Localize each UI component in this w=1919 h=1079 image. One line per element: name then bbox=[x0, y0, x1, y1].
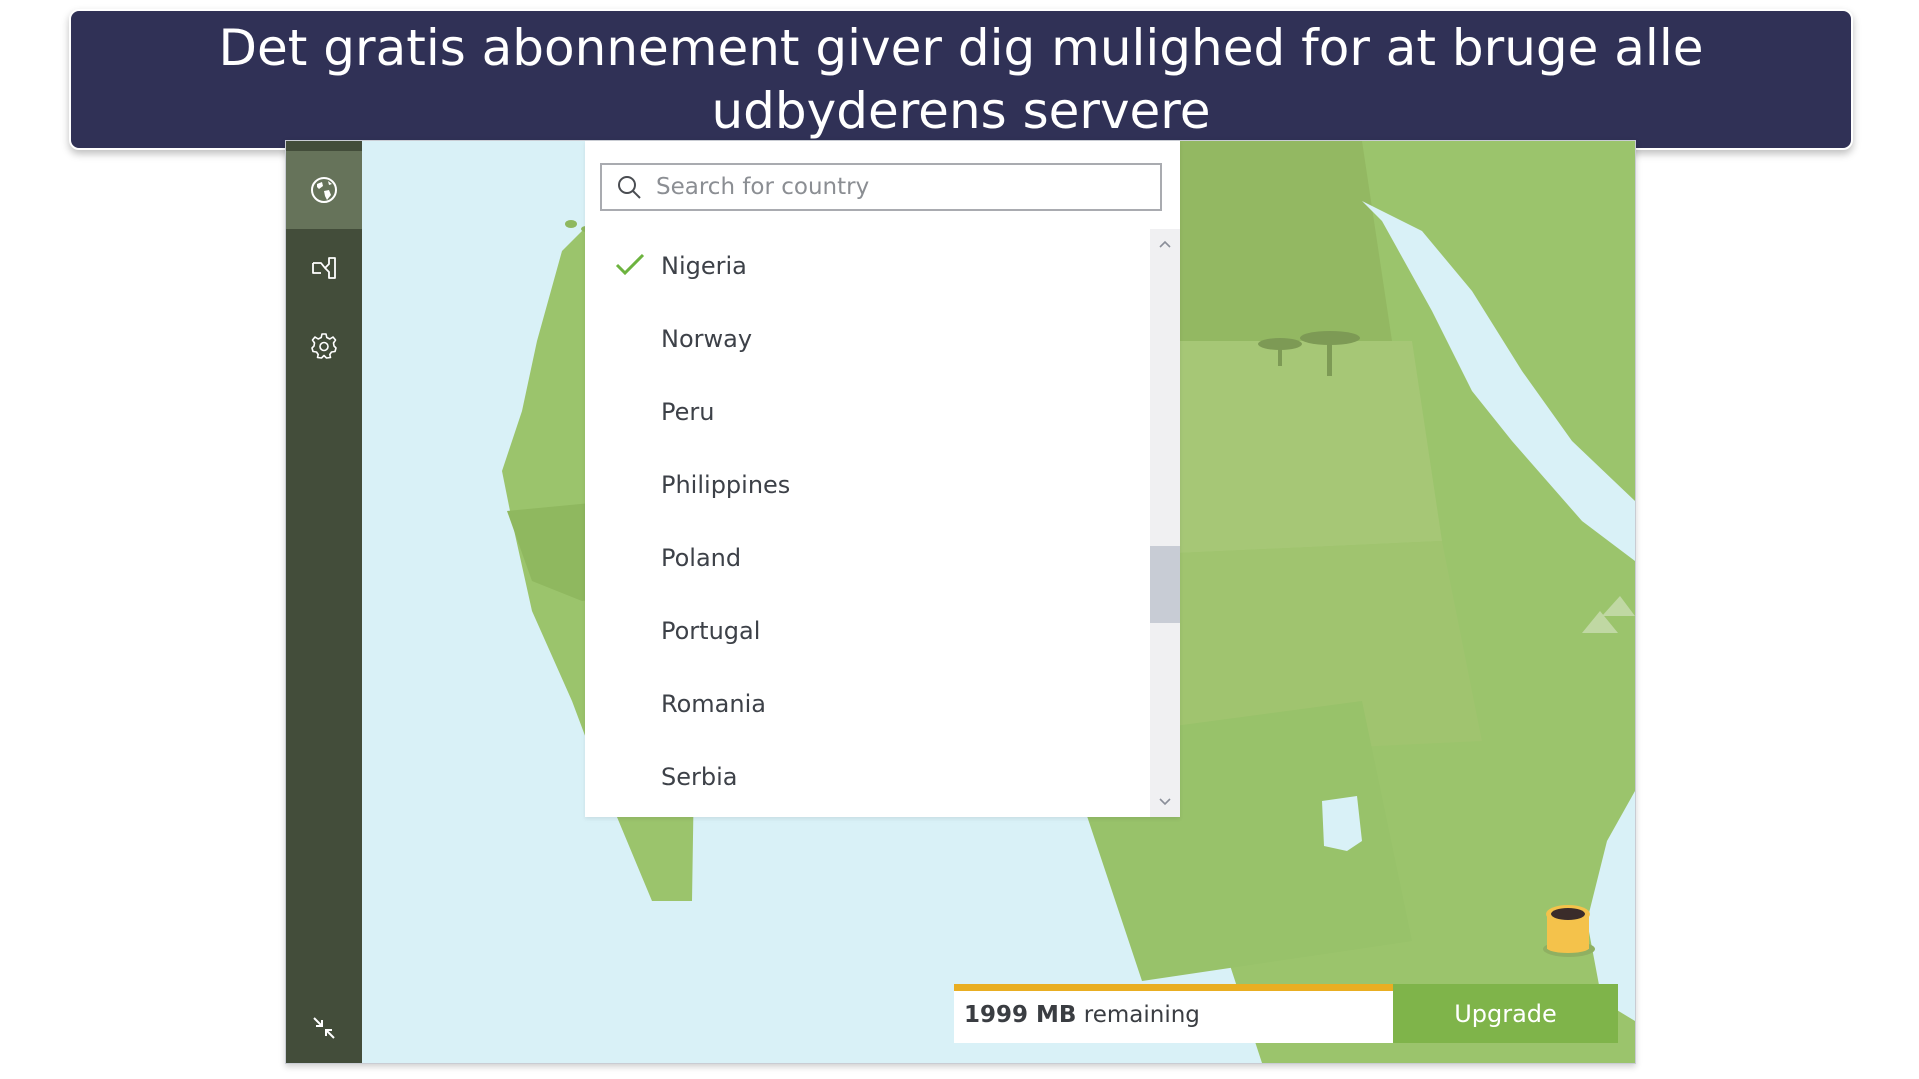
country-row[interactable]: Romania bbox=[585, 667, 1150, 740]
country-row[interactable]: Portugal bbox=[585, 594, 1150, 667]
country-list: Nigeria Norway Peru Philippines Poland P… bbox=[585, 229, 1150, 817]
sidebar-item-settings[interactable] bbox=[286, 307, 362, 385]
sidebar-item-locations[interactable] bbox=[286, 151, 362, 229]
country-name: Philippines bbox=[661, 470, 791, 499]
gear-icon bbox=[311, 333, 337, 359]
collapse-icon bbox=[313, 1017, 335, 1039]
scroll-down-button[interactable] bbox=[1150, 789, 1180, 815]
country-dropdown: Nigeria Norway Peru Philippines Poland P… bbox=[585, 141, 1180, 817]
scroll-up-button[interactable] bbox=[1150, 231, 1180, 257]
globe-icon bbox=[311, 177, 337, 203]
data-progress-fill bbox=[954, 984, 1393, 991]
country-name: Nigeria bbox=[661, 251, 747, 280]
banner-title: Det gratis abonnement giver dig mulighed… bbox=[218, 18, 1704, 140]
upgrade-button[interactable]: Upgrade bbox=[1393, 984, 1618, 1043]
data-suffix: remaining bbox=[1083, 1002, 1200, 1028]
check-icon bbox=[615, 253, 645, 276]
country-row[interactable]: Poland bbox=[585, 521, 1150, 594]
vpn-app-window: Nigeria Norway Peru Philippines Poland P… bbox=[285, 140, 1636, 1064]
sidebar bbox=[286, 141, 362, 1063]
title-banner: Det gratis abonnement giver dig mulighed… bbox=[69, 9, 1853, 150]
country-search-input[interactable] bbox=[654, 173, 1138, 201]
chevron-down-icon bbox=[1159, 798, 1171, 806]
data-remaining-text: 1999 MB remaining bbox=[964, 1002, 1200, 1028]
country-name: Serbia bbox=[661, 762, 738, 791]
network-icon bbox=[312, 257, 336, 279]
country-list-scrollbar[interactable] bbox=[1150, 229, 1180, 817]
country-row[interactable]: Nigeria bbox=[585, 229, 1150, 302]
collapse-button[interactable] bbox=[286, 993, 362, 1063]
country-row[interactable]: Norway bbox=[585, 302, 1150, 375]
country-search-box[interactable] bbox=[600, 163, 1162, 211]
chevron-up-icon bbox=[1159, 240, 1171, 248]
country-name: Peru bbox=[661, 397, 715, 426]
bucket-marker-icon bbox=[1543, 905, 1595, 957]
country-row[interactable]: Peru bbox=[585, 375, 1150, 448]
country-row[interactable]: Serbia bbox=[585, 740, 1150, 813]
data-remaining-bar: 1999 MB remaining bbox=[954, 984, 1393, 1043]
country-name: Poland bbox=[661, 543, 742, 572]
data-amount: 1999 MB bbox=[964, 1002, 1077, 1028]
country-name: Norway bbox=[661, 324, 753, 353]
sidebar-item-network[interactable] bbox=[286, 229, 362, 307]
country-name: Romania bbox=[661, 689, 766, 718]
scroll-thumb[interactable] bbox=[1150, 546, 1180, 623]
search-icon bbox=[618, 176, 641, 199]
country-name: Portugal bbox=[661, 616, 761, 645]
country-row[interactable]: Philippines bbox=[585, 448, 1150, 521]
